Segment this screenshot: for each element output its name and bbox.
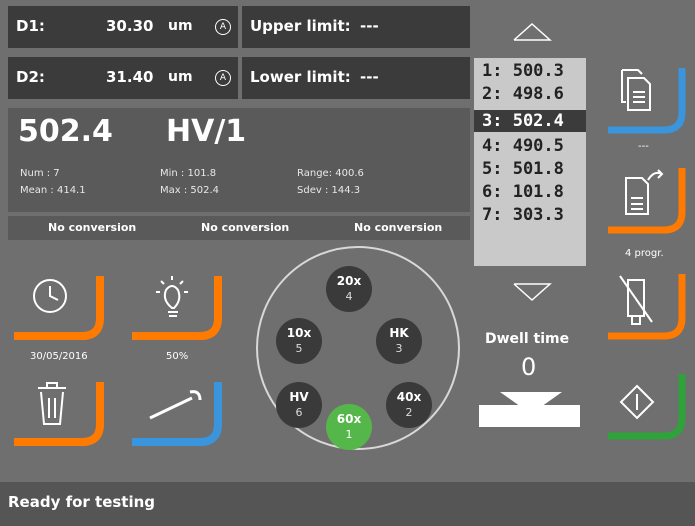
list-item[interactable]: 6: 101.8 xyxy=(474,181,586,203)
lower-limit-panel[interactable]: Lower limit: --- xyxy=(242,57,470,99)
turret-number: 2 xyxy=(405,406,413,419)
turret-label: HK xyxy=(389,326,409,340)
turret-label: 20x xyxy=(336,274,362,288)
lower-limit-value: --- xyxy=(360,68,379,86)
d2-auto-icon[interactable]: A xyxy=(215,70,231,86)
list-item[interactable]: 1: 500.3 xyxy=(474,60,586,82)
conversion-bar: No conversion No conversion No conversio… xyxy=(8,216,470,240)
date-caption: 30/05/2016 xyxy=(30,351,88,362)
d2-unit: um xyxy=(168,69,193,85)
list-item[interactable]: 7: 303.3 xyxy=(474,204,586,226)
scroll-up-icon[interactable] xyxy=(512,22,552,46)
turret-number: 1 xyxy=(345,428,353,441)
turret-label: 60x xyxy=(336,412,362,426)
turret-number: 6 xyxy=(295,406,303,419)
clock-icon xyxy=(33,279,67,313)
turret-number: 4 xyxy=(345,290,353,303)
conversion-2[interactable]: No conversion xyxy=(201,221,289,234)
turret-number: 3 xyxy=(395,342,403,355)
status-text: Ready for testing xyxy=(8,493,156,511)
start-diamond-icon xyxy=(619,384,655,420)
stat-max: Max : 502.4 xyxy=(160,185,220,196)
turret-label: 10x xyxy=(286,326,312,340)
stat-min: Min : 101.8 xyxy=(160,168,217,179)
copy-button[interactable] xyxy=(604,60,688,138)
d2-label: D2: xyxy=(16,68,45,86)
lower-limit-label: Lower limit: xyxy=(250,68,351,86)
copy-docs-icon xyxy=(621,69,651,111)
stat-range: Range: 400.6 xyxy=(297,168,364,179)
scroll-down-icon[interactable] xyxy=(512,282,552,306)
start-button[interactable] xyxy=(604,366,688,444)
usb-button[interactable] xyxy=(604,266,688,344)
stat-num: Num : 7 xyxy=(20,168,60,179)
d1-panel: D1: 30.30 um A xyxy=(8,6,238,48)
d2-value: 31.40 xyxy=(106,68,154,86)
result-value: 502.4 xyxy=(18,114,113,149)
d1-auto-icon[interactable]: A xyxy=(215,19,231,35)
d1-unit: um xyxy=(168,18,193,34)
dwell-time-label: Dwell time xyxy=(485,331,570,347)
list-item-selected[interactable]: 3: 502.4 xyxy=(474,110,586,132)
result-scale: HV/1 xyxy=(166,114,247,149)
light-button[interactable] xyxy=(128,266,232,346)
conversion-3[interactable]: No conversion xyxy=(354,221,442,234)
turret-position-10x[interactable]: 10x 5 xyxy=(276,318,322,364)
turret-position-hv[interactable]: HV 6 xyxy=(276,382,322,428)
list-item[interactable]: 5: 501.8 xyxy=(474,158,586,180)
turret-label: 40x xyxy=(396,390,422,404)
result-panel: 502.4 HV/1 Num : 7 Mean : 414.1 Min : 10… xyxy=(8,108,470,212)
wrench-icon xyxy=(149,390,202,420)
turret-position-hk[interactable]: HK 3 xyxy=(376,318,422,364)
turret-number: 5 xyxy=(295,342,303,355)
d1-value: 30.30 xyxy=(106,17,154,35)
d1-label: D1: xyxy=(16,17,45,35)
lightbulb-icon xyxy=(156,276,188,317)
upper-limit-value: --- xyxy=(360,17,379,35)
dwell-time-value: 0 xyxy=(521,353,537,381)
stat-mean: Mean : 414.1 xyxy=(20,185,86,196)
d2-panel: D2: 31.40 um A xyxy=(8,57,238,99)
results-list[interactable]: 1: 500.3 2: 498.6 3: 502.4 4: 490.5 5: 5… xyxy=(474,58,586,266)
program-button[interactable] xyxy=(604,160,688,238)
copy-caption: --- xyxy=(638,141,649,152)
conversion-1[interactable]: No conversion xyxy=(48,221,136,234)
turret-position-20x[interactable]: 20x 4 xyxy=(326,266,372,312)
date-button[interactable] xyxy=(10,266,114,346)
program-caption: 4 progr. xyxy=(625,248,664,259)
delete-button[interactable] xyxy=(10,372,114,452)
upper-limit-label: Upper limit: xyxy=(250,17,351,35)
status-bar: Ready for testing xyxy=(0,482,695,526)
turret-position-60x-active[interactable]: 60x 1 xyxy=(326,404,372,450)
list-item[interactable]: 4: 490.5 xyxy=(474,135,586,157)
list-item[interactable]: 2: 498.6 xyxy=(474,83,586,105)
usb-disabled-icon xyxy=(619,275,653,325)
upper-limit-panel[interactable]: Upper limit: --- xyxy=(242,6,470,48)
program-doc-icon xyxy=(625,169,664,215)
turret-position-40x[interactable]: 40x 2 xyxy=(386,382,432,428)
settings-button[interactable] xyxy=(128,372,232,452)
dwell-bar xyxy=(479,405,580,427)
trash-icon xyxy=(38,382,66,425)
turret-label: HV xyxy=(289,390,309,404)
light-caption: 50% xyxy=(166,351,189,362)
stat-sdev: Sdev : 144.3 xyxy=(297,185,361,196)
